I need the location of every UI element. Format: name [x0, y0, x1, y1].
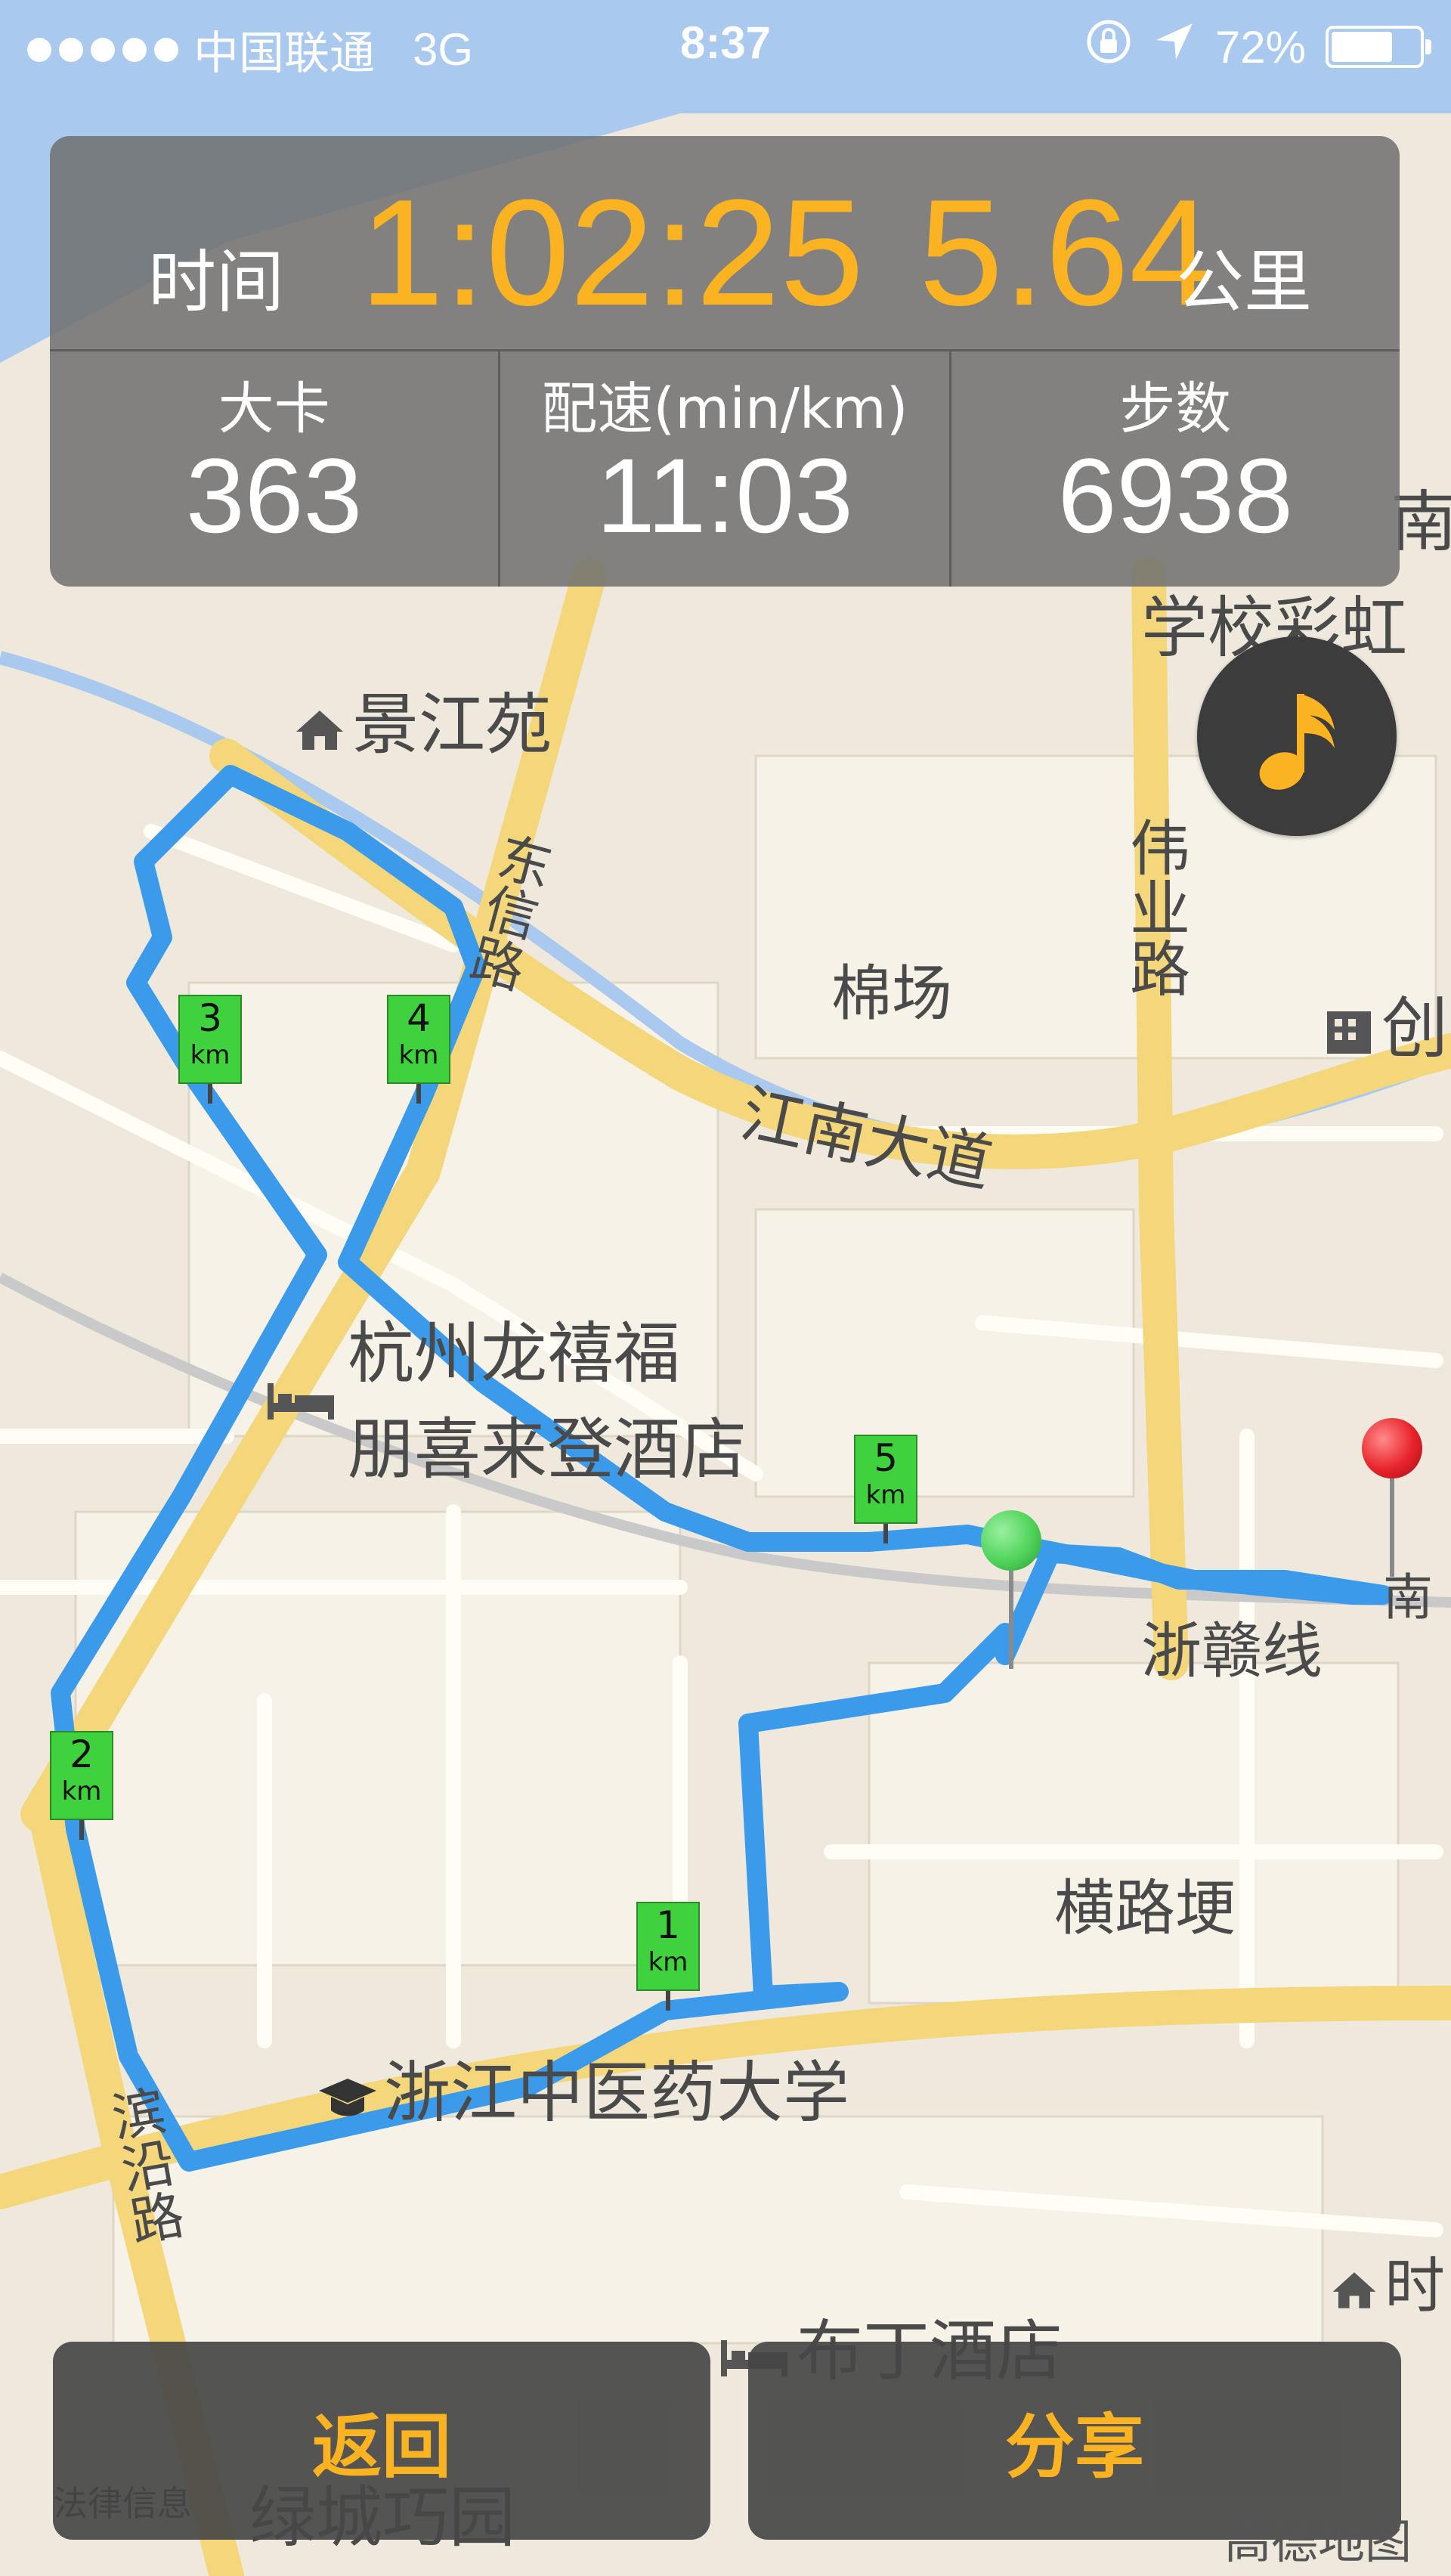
- pace-label: 配速(min/km): [541, 376, 908, 441]
- km-marker-5[interactable]: 5 km: [854, 1435, 917, 1543]
- map-label-shi: 时: [1330, 2237, 1445, 2326]
- map-label-henglugeng: 横路埂: [1054, 1873, 1236, 1943]
- km-marker-3[interactable]: 3 km: [178, 995, 242, 1104]
- km-marker-4[interactable]: 4 km: [387, 995, 450, 1104]
- location-arrow-icon: [1153, 20, 1196, 73]
- music-button[interactable]: [1197, 636, 1397, 836]
- km-marker-1[interactable]: 1 km: [636, 1902, 700, 2011]
- map-label-nan-top: 南: [1391, 483, 1451, 561]
- map-label-mianchang: 棉场: [831, 958, 952, 1029]
- pace-cell: 配速(min/km) 11:03: [500, 351, 951, 587]
- status-bar-right: 72%: [1084, 17, 1431, 77]
- hotel-icon: [265, 1361, 337, 1438]
- building-icon: [1323, 995, 1375, 1073]
- status-bar: 中国联通 3G 8:37 72%: [0, 0, 1451, 91]
- calories-value: 363: [185, 436, 363, 555]
- distance-unit: 公里: [1176, 243, 1312, 322]
- residence-icon: [1330, 2256, 1378, 2326]
- calories-cell: 大卡 363: [50, 351, 501, 587]
- map-label-jingjiangyuan: 景江苑: [293, 671, 552, 769]
- time-label: 时间: [148, 243, 284, 322]
- stats-summary-row: 时间 1:02:25 5.64 公里: [50, 136, 1400, 351]
- battery-icon: [1326, 26, 1431, 68]
- steps-cell: 步数 6938: [951, 351, 1400, 587]
- map-provider-logo: 高德地图: [1224, 2514, 1412, 2569]
- school-icon: [317, 2059, 378, 2137]
- battery-percent: 72%: [1214, 21, 1306, 73]
- rotation-lock-icon: [1084, 17, 1134, 77]
- map-label-zhegan-line: 浙赣线: [1141, 1616, 1323, 1686]
- map-label-university: 浙江中医药大学: [317, 2039, 849, 2137]
- distance-value: 5.64: [919, 169, 1214, 337]
- km-marker-2[interactable]: 2 km: [50, 1731, 113, 1840]
- steps-value: 6938: [1057, 436, 1294, 555]
- start-pin[interactable]: [981, 1510, 1041, 1669]
- calories-label: 大卡: [218, 376, 330, 441]
- end-pin[interactable]: [1362, 1418, 1422, 1577]
- map-label-chuang: 创: [1323, 975, 1448, 1073]
- pace-value: 11:03: [596, 436, 853, 555]
- battery-level: [1332, 32, 1392, 62]
- music-note-icon: [1259, 694, 1335, 790]
- map-label-hotel: 杭州龙禧福 朋喜来登酒店: [265, 1300, 747, 1492]
- steps-label: 步数: [1119, 376, 1232, 441]
- stats-detail-row: 大卡 363 配速(min/km) 11:03 步数 6938: [50, 351, 1400, 587]
- map-label-weiye-road: 伟业路: [1120, 816, 1190, 998]
- workout-stats-panel: 时间 1:02:25 5.64 公里 大卡 363 配速(min/km) 11:…: [50, 136, 1400, 587]
- legal-info-link[interactable]: 法律信息: [53, 2476, 192, 2526]
- time-value: 1:02:25: [360, 169, 865, 337]
- residence-icon: [293, 691, 346, 769]
